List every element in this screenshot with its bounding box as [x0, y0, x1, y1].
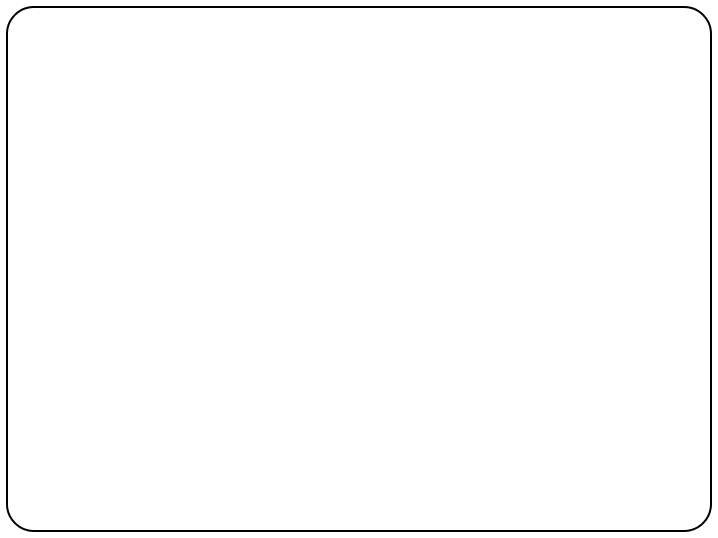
slide-footer: Software Engineering UML Use Case Driven… [6, 492, 712, 520]
bullet-3-c2: applications, [281, 373, 403, 395]
bullet-dot-icon [86, 380, 94, 388]
diamond-logo-icon [24, 462, 68, 506]
slide-title: Use Case Diagram: Actor [46, 24, 672, 56]
bullet-3-w3: individual [404, 373, 487, 395]
dash-icon: – [120, 161, 129, 179]
embedded-sub-2: – A single user may play multiple roles [120, 161, 632, 179]
title-underline [46, 66, 672, 69]
square-bullet-icon [86, 90, 93, 97]
dash-icon: – [120, 139, 129, 157]
bullet-3-text: Hardware, software applications, individ… [108, 371, 622, 423]
bullet-dot-icon [86, 216, 94, 224]
bullet-actors-examples: Hardware, software applications, individ… [86, 371, 622, 423]
footer-right-text: UML Use Case Driven Object [446, 502, 670, 520]
embedded-sub-2-text: A single user may play multiple roles [139, 161, 382, 178]
embedded-main-text: An actor defines a single role played by… [103, 83, 632, 129]
embedded-block: An actor defines a single role played by… [86, 83, 632, 179]
bullet-2-text: Supporting Actor- an actor that provides… [108, 289, 622, 341]
bullet-3-w2: software [206, 373, 282, 395]
bullet-supporting-actor: Supporting Actor- an actor that provides… [86, 289, 622, 341]
bullet-2-label: Supporting Actor [108, 291, 256, 313]
embedded-sub-1: – Multiple users can play a single role [120, 139, 632, 157]
embedded-sub-1-text: Multiple users can play a single role [139, 139, 377, 156]
bullet-1-text: Primary Actor - an entity external to th… [108, 207, 622, 259]
embedded-main-bullet: An actor defines a single role played by… [86, 83, 632, 129]
bullet-3-w1: Hardware [108, 373, 195, 395]
bullet-1-label: Primary Actor [108, 209, 228, 231]
footer-left-text: Software Engineering [48, 502, 226, 520]
bullet-3-c1: , [195, 373, 206, 395]
bullet-primary-actor: Primary Actor - an entity external to th… [86, 207, 622, 259]
main-bullets: Primary Actor - an entity external to th… [86, 207, 622, 423]
footer-accent-bar [408, 492, 698, 500]
bullet-dot-icon [86, 298, 94, 306]
